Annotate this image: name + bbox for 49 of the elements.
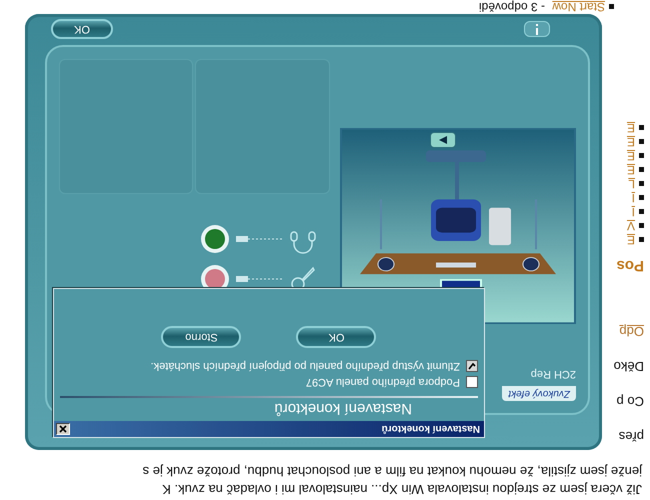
info-button[interactable] — [524, 22, 550, 38]
reply-count: - 3 odpovědi — [478, 0, 546, 14]
bullet-icon — [639, 154, 644, 158]
bullet-icon — [639, 224, 644, 228]
bullet-icon — [639, 140, 644, 144]
bullet-icon — [639, 168, 644, 172]
paragraph-text: přes — [618, 429, 644, 444]
close-button[interactable] — [56, 423, 70, 435]
window-title: Nastavení konektorů — [382, 424, 480, 434]
check-icon — [468, 362, 476, 370]
triangle-icon — [438, 135, 448, 145]
ok-button[interactable]: OK — [51, 20, 113, 40]
arrow-button[interactable] — [430, 132, 456, 148]
list-link[interactable]: E — [626, 135, 635, 149]
list-link[interactable]: I — [632, 191, 635, 205]
paragraph-text: jenže jsem zjistila, že nemohu koukat na film a ani poslouchat hudbu, protože zvuk je s — [142, 464, 642, 479]
cable-icon — [236, 235, 282, 243]
list-link[interactable]: E — [626, 233, 635, 247]
list-link[interactable]: L — [628, 177, 635, 191]
paragraph-text: Děko — [614, 359, 644, 374]
list-link[interactable]: E — [626, 163, 635, 177]
checkbox[interactable] — [466, 360, 478, 372]
bullet-icon — [639, 182, 644, 186]
list-link[interactable]: E — [626, 149, 635, 163]
dialog-button[interactable]: OK — [296, 326, 376, 348]
close-icon — [59, 425, 67, 433]
checkbox[interactable] — [466, 376, 478, 388]
dialog-button[interactable]: Storno — [162, 326, 242, 348]
mode-label: 2CH Rep — [530, 368, 576, 380]
cable-icon — [236, 275, 282, 283]
paragraph-text: Již včera jsem ze strejdou instalovala Win Xp... nainstaloval mi i ovladač na zvuk. K — [161, 482, 642, 497]
list-link[interactable]: I — [632, 205, 635, 219]
list-link[interactable]: Start Now — [552, 0, 605, 14]
bullet-icon — [639, 196, 644, 200]
checkbox-label: Podpora předního panelu AC97 — [306, 376, 460, 388]
audio-jack-icon[interactable] — [200, 224, 230, 254]
list-link[interactable]: V — [626, 219, 635, 233]
tab[interactable]: Zvukový efekt — [502, 386, 576, 401]
bullet-icon — [639, 210, 644, 214]
dialog-heading: Nastavení konektorů — [273, 400, 413, 419]
section-heading: Pos — [616, 257, 644, 274]
bullet-icon — [639, 238, 644, 242]
checkbox-label: Ztlumit výstup předního panelu po připojení předních sluchátek. — [150, 360, 460, 372]
bullet-icon — [609, 4, 614, 10]
paragraph-text: Co p — [616, 394, 644, 409]
bullet-icon — [639, 126, 644, 130]
list-link[interactable]: E — [626, 121, 635, 135]
link[interactable]: Odp — [619, 324, 644, 339]
info-icon — [534, 24, 540, 36]
